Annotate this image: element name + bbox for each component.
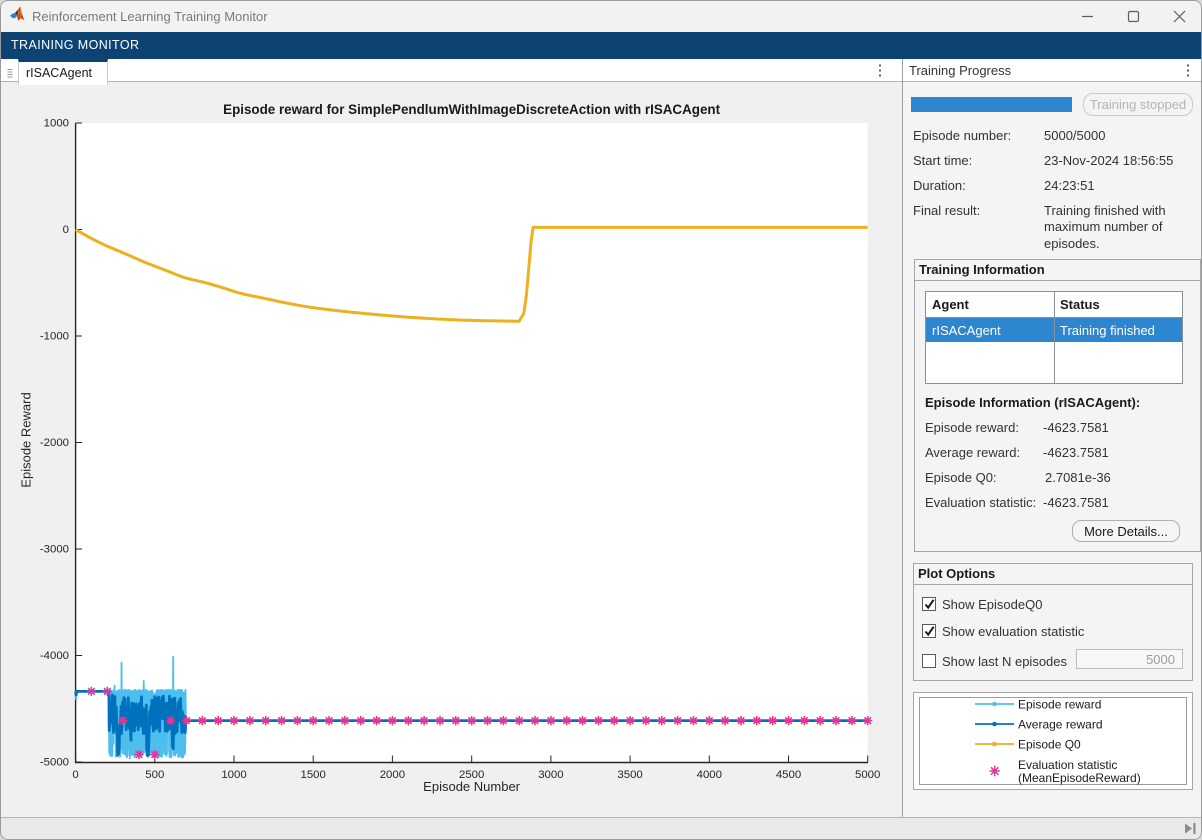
svg-text:-3000: -3000 bbox=[40, 544, 69, 556]
svg-text:0: 0 bbox=[63, 224, 69, 236]
svg-text:-5000: -5000 bbox=[40, 757, 69, 769]
svg-text:Episode reward for SimplePendl: Episode reward for SimplePendlumWithImag… bbox=[223, 102, 720, 117]
svg-text:-1000: -1000 bbox=[40, 331, 69, 343]
svg-text:(MeanEpisodeReward): (MeanEpisodeReward) bbox=[1018, 771, 1141, 785]
svg-text:0: 0 bbox=[72, 769, 78, 781]
svg-text:Episode Number: Episode Number bbox=[423, 779, 520, 794]
svg-text:-2000: -2000 bbox=[40, 437, 69, 449]
svg-text:1000: 1000 bbox=[44, 118, 69, 130]
svg-text:1000: 1000 bbox=[221, 769, 246, 781]
svg-text:Average reward: Average reward bbox=[1018, 718, 1103, 732]
svg-text:4500: 4500 bbox=[776, 769, 801, 781]
svg-text:3000: 3000 bbox=[538, 769, 563, 781]
svg-text:5000: 5000 bbox=[855, 769, 880, 781]
svg-text:Episode Reward: Episode Reward bbox=[19, 392, 34, 487]
svg-text:2000: 2000 bbox=[380, 769, 405, 781]
svg-text:500: 500 bbox=[145, 769, 164, 781]
svg-text:1500: 1500 bbox=[301, 769, 326, 781]
svg-text:-4000: -4000 bbox=[40, 650, 69, 662]
svg-text:Evaluation statistic: Evaluation statistic bbox=[1018, 758, 1117, 772]
svg-text:Episode reward: Episode reward bbox=[1018, 698, 1101, 712]
svg-text:3500: 3500 bbox=[617, 769, 642, 781]
svg-text:Episode Q0: Episode Q0 bbox=[1018, 738, 1081, 752]
svg-text:4000: 4000 bbox=[697, 769, 722, 781]
